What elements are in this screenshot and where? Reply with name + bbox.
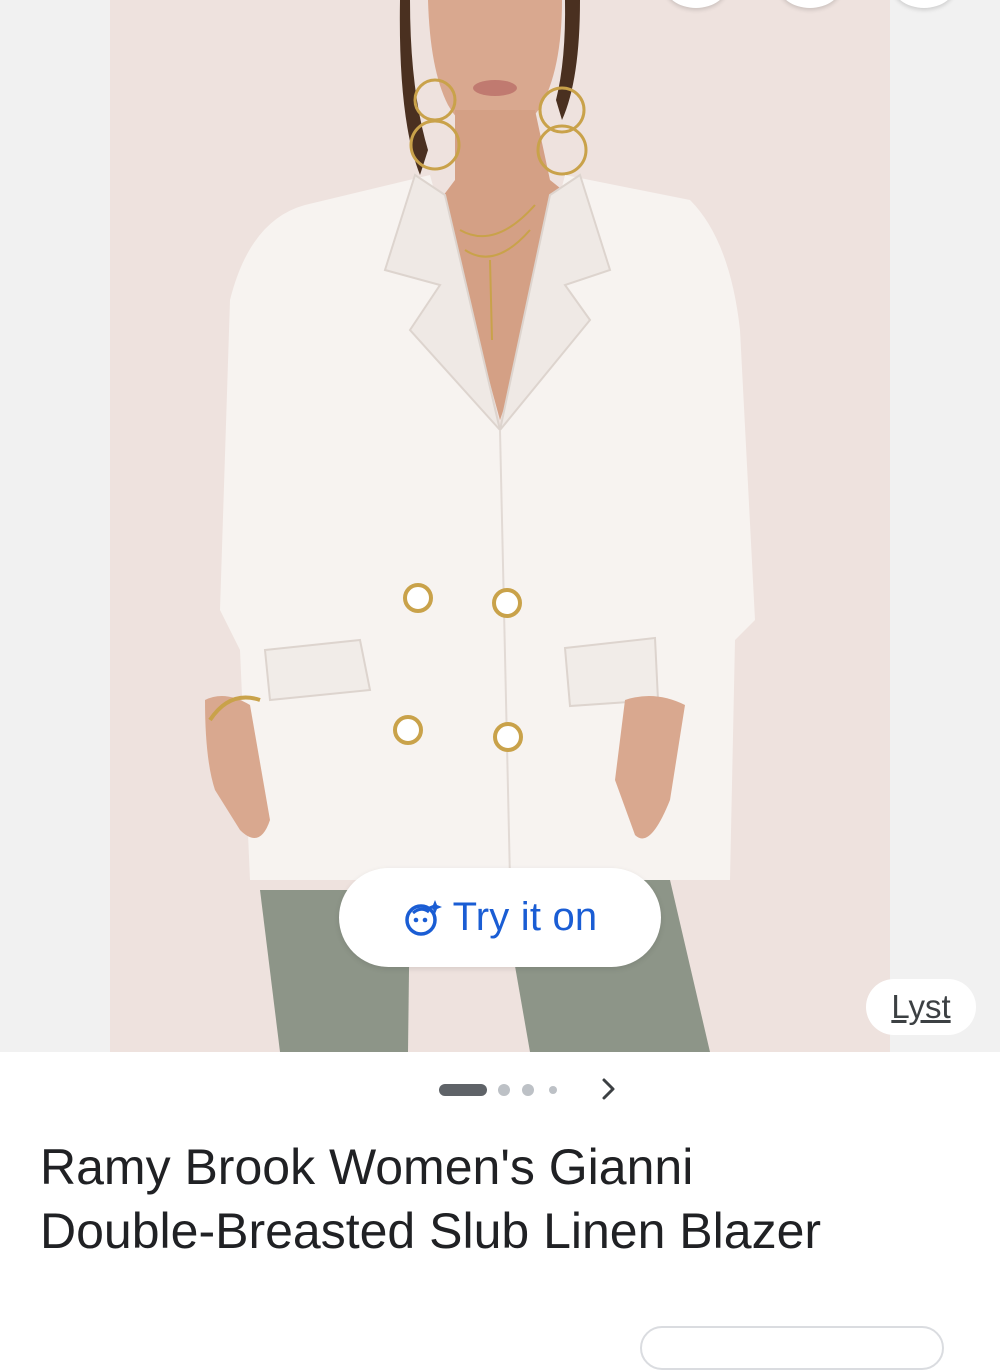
product-title-line1: Ramy Brook Women's Gianni bbox=[40, 1139, 694, 1195]
carousel-dot[interactable] bbox=[498, 1084, 510, 1096]
chevron-right-icon[interactable] bbox=[597, 1075, 621, 1103]
product-image-carousel[interactable]: Try it on Lyst bbox=[0, 0, 1000, 1052]
top-action-button[interactable] bbox=[892, 0, 956, 8]
try-it-on-label: Try it on bbox=[452, 895, 598, 939]
face-sparkle-icon bbox=[403, 898, 443, 938]
carousel-dot-active[interactable] bbox=[439, 1084, 487, 1096]
product-title-line2: Double-Breasted Slub Linen Blazer bbox=[40, 1203, 822, 1259]
product-title: Ramy Brook Women's Gianni Double-Breaste… bbox=[40, 1135, 980, 1263]
source-link[interactable]: Lyst bbox=[866, 979, 976, 1035]
carousel-dot[interactable] bbox=[522, 1084, 534, 1096]
try-it-on-button[interactable]: Try it on bbox=[339, 868, 661, 967]
carousel-dot[interactable] bbox=[549, 1086, 557, 1094]
